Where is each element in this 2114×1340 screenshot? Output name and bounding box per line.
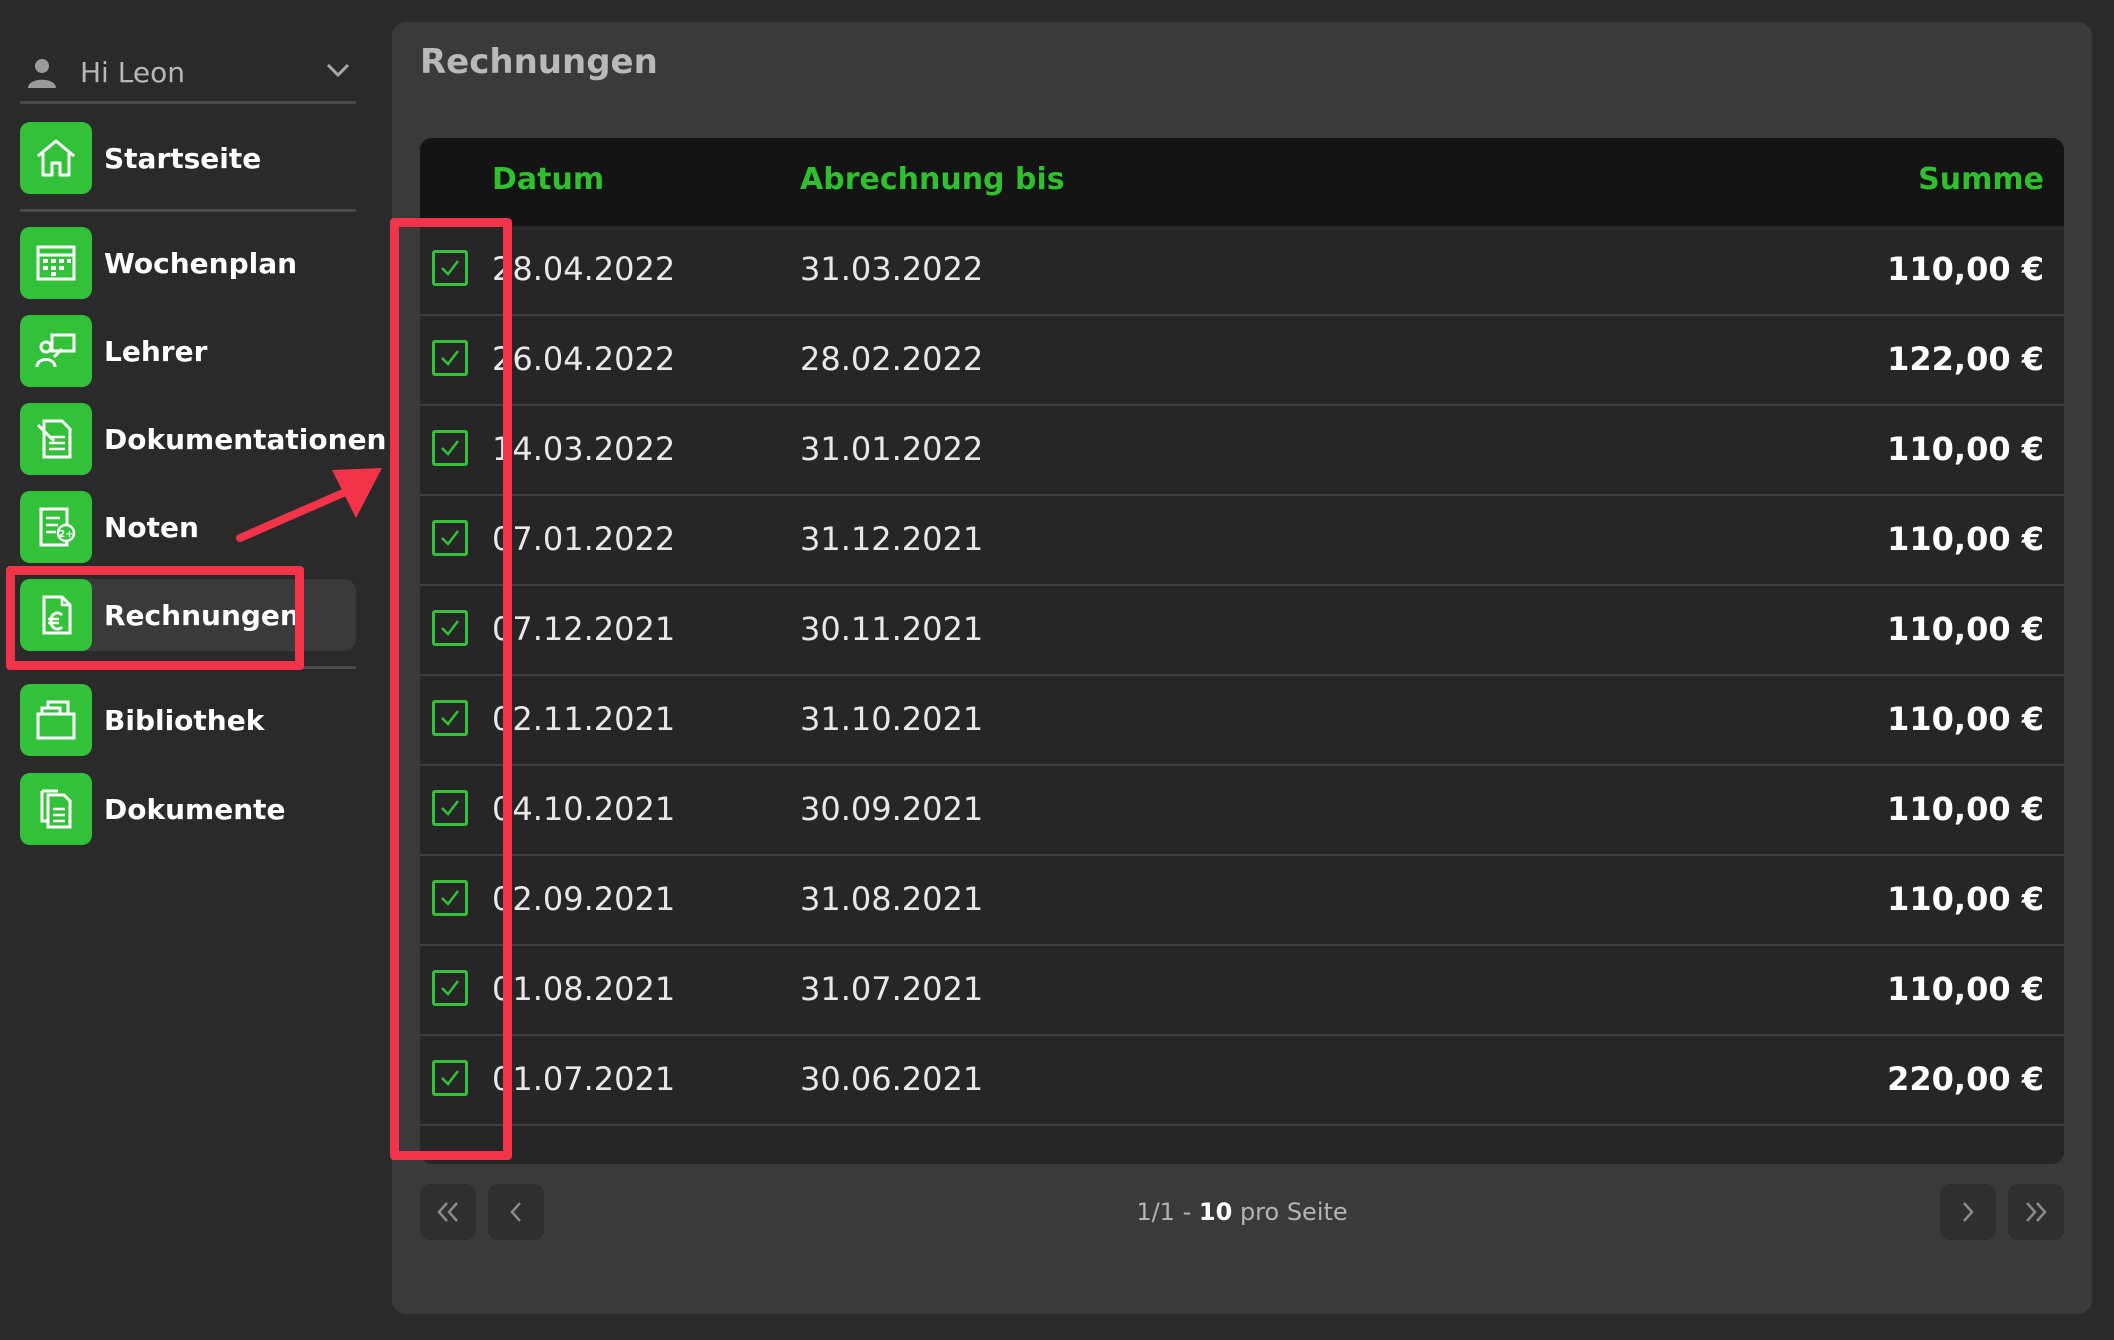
cell-billing-until: 31.08.2021 [800,880,984,918]
table-row[interactable]: 01.08.2021 31.07.2021 110,00 € [420,946,2064,1036]
table-header: Datum Abrechnung bis Summe [420,138,2064,226]
sidebar-item-label: Lehrer [104,334,208,368]
main-panel: Rechnungen Datum Abrechnung bis Summe 28… [392,22,2092,1314]
app-root: Hi Leon Startseite Wochenplan Lehrer Dok… [0,0,2114,1340]
chevron-down-icon[interactable] [324,56,352,84]
cell-billing-until: 31.10.2021 [800,700,984,738]
sidebar-item-label: Dokumente [104,792,286,826]
chevron-right-icon [1963,1202,1974,1222]
cell-date: 04.10.2021 [492,790,676,828]
cell-billing-until: 28.02.2022 [800,340,984,378]
cell-date: 07.01.2022 [492,520,676,558]
cell-sum: 110,00 € [1887,610,2044,648]
next-page-button[interactable] [1940,1184,1996,1240]
page-indicator: 1/1 - [1136,1198,1192,1226]
sidebar-item-label: Startseite [104,141,262,175]
calendar-icon [20,227,92,299]
cell-sum: 110,00 € [1887,790,2044,828]
per-page-label: pro Seite [1239,1198,1348,1226]
user-icon [28,58,56,88]
home-icon [20,122,92,194]
column-header-sum[interactable]: Summe [1918,162,2044,197]
table-row[interactable]: 01.07.2021 30.06.2021 220,00 € [420,1036,2064,1126]
cell-sum: 220,00 € [1887,1060,2044,1098]
sidebar-divider [20,209,356,212]
documents-icon [20,773,92,845]
sidebar-item-startseite[interactable]: Startseite [20,122,356,194]
column-header-date[interactable]: Datum [492,162,604,197]
sidebar-item-lehrer[interactable]: Lehrer [20,315,356,387]
table-row[interactable]: 28.04.2022 31.03.2022 110,00 € [420,226,2064,316]
cell-date: 14.03.2022 [492,430,676,468]
sidebar-item-label: Bibliothek [104,703,265,737]
annotation-highlight-rechnungen [6,566,304,670]
cell-billing-until: 31.12.2021 [800,520,984,558]
user-greeting: Hi Leon [80,56,185,89]
table-row[interactable]: 04.10.2021 30.09.2021 110,00 € [420,766,2064,856]
cell-sum: 110,00 € [1887,250,2044,288]
per-page-select[interactable]: 10 [1199,1198,1232,1226]
table-row[interactable]: 02.09.2021 31.08.2021 110,00 € [420,856,2064,946]
grades-icon: 2+ [20,491,92,563]
table-row[interactable]: 07.01.2022 31.12.2021 110,00 € [420,496,2064,586]
cell-date: 02.11.2021 [492,700,676,738]
svg-text:2+: 2+ [58,529,73,540]
cell-date: 28.04.2022 [492,250,676,288]
table-row[interactable]: 02.11.2021 31.10.2021 110,00 € [420,676,2064,766]
cell-sum: 122,00 € [1887,340,2044,378]
cell-date: 01.07.2021 [492,1060,676,1098]
sidebar-item-label: Dokumentationen [104,422,387,456]
annotation-highlight-checkboxes [390,218,512,1160]
documentation-icon [20,403,92,475]
cell-date: 01.08.2021 [492,970,676,1008]
cell-sum: 110,00 € [1887,880,2044,918]
cell-date: 02.09.2021 [492,880,676,918]
cell-billing-until: 31.03.2022 [800,250,984,288]
page-title: Rechnungen [420,42,658,82]
annotation-arrow-icon [236,468,382,542]
sidebar: Hi Leon Startseite Wochenplan Lehrer Dok… [0,0,387,1340]
cell-date: 26.04.2022 [492,340,676,378]
teacher-icon [20,315,92,387]
invoices-table: Datum Abrechnung bis Summe 28.04.2022 31… [420,138,2064,1164]
cell-billing-until: 31.07.2021 [800,970,984,1008]
library-icon [20,684,92,756]
cell-sum: 110,00 € [1887,700,2044,738]
sidebar-item-label: Wochenplan [104,246,298,280]
cell-billing-until: 31.01.2022 [800,430,984,468]
pagination-info: 1/1 - 10 pro Seite [392,1198,2092,1226]
cell-sum: 110,00 € [1887,520,2044,558]
sidebar-item-bibliothek[interactable]: Bibliothek [20,684,356,756]
sidebar-item-dokumente[interactable]: Dokumente [20,773,356,845]
table-row[interactable]: 14.03.2022 31.01.2022 110,00 € [420,406,2064,496]
sidebar-item-label: Noten [104,510,199,544]
double-chevron-right-icon [2026,1202,2047,1222]
cell-billing-until: 30.06.2021 [800,1060,984,1098]
cell-sum: 110,00 € [1887,430,2044,468]
last-page-button[interactable] [2008,1184,2064,1240]
user-menu[interactable]: Hi Leon [20,44,356,104]
table-row[interactable]: 07.12.2021 30.11.2021 110,00 € [420,586,2064,676]
cell-date: 07.12.2021 [492,610,676,648]
cell-billing-until: 30.11.2021 [800,610,984,648]
cell-sum: 110,00 € [1887,970,2044,1008]
sidebar-item-wochenplan[interactable]: Wochenplan [20,227,356,299]
column-header-billing-until[interactable]: Abrechnung bis [800,162,1065,197]
table-row[interactable]: 26.04.2022 28.02.2022 122,00 € [420,316,2064,406]
cell-billing-until: 30.09.2021 [800,790,984,828]
